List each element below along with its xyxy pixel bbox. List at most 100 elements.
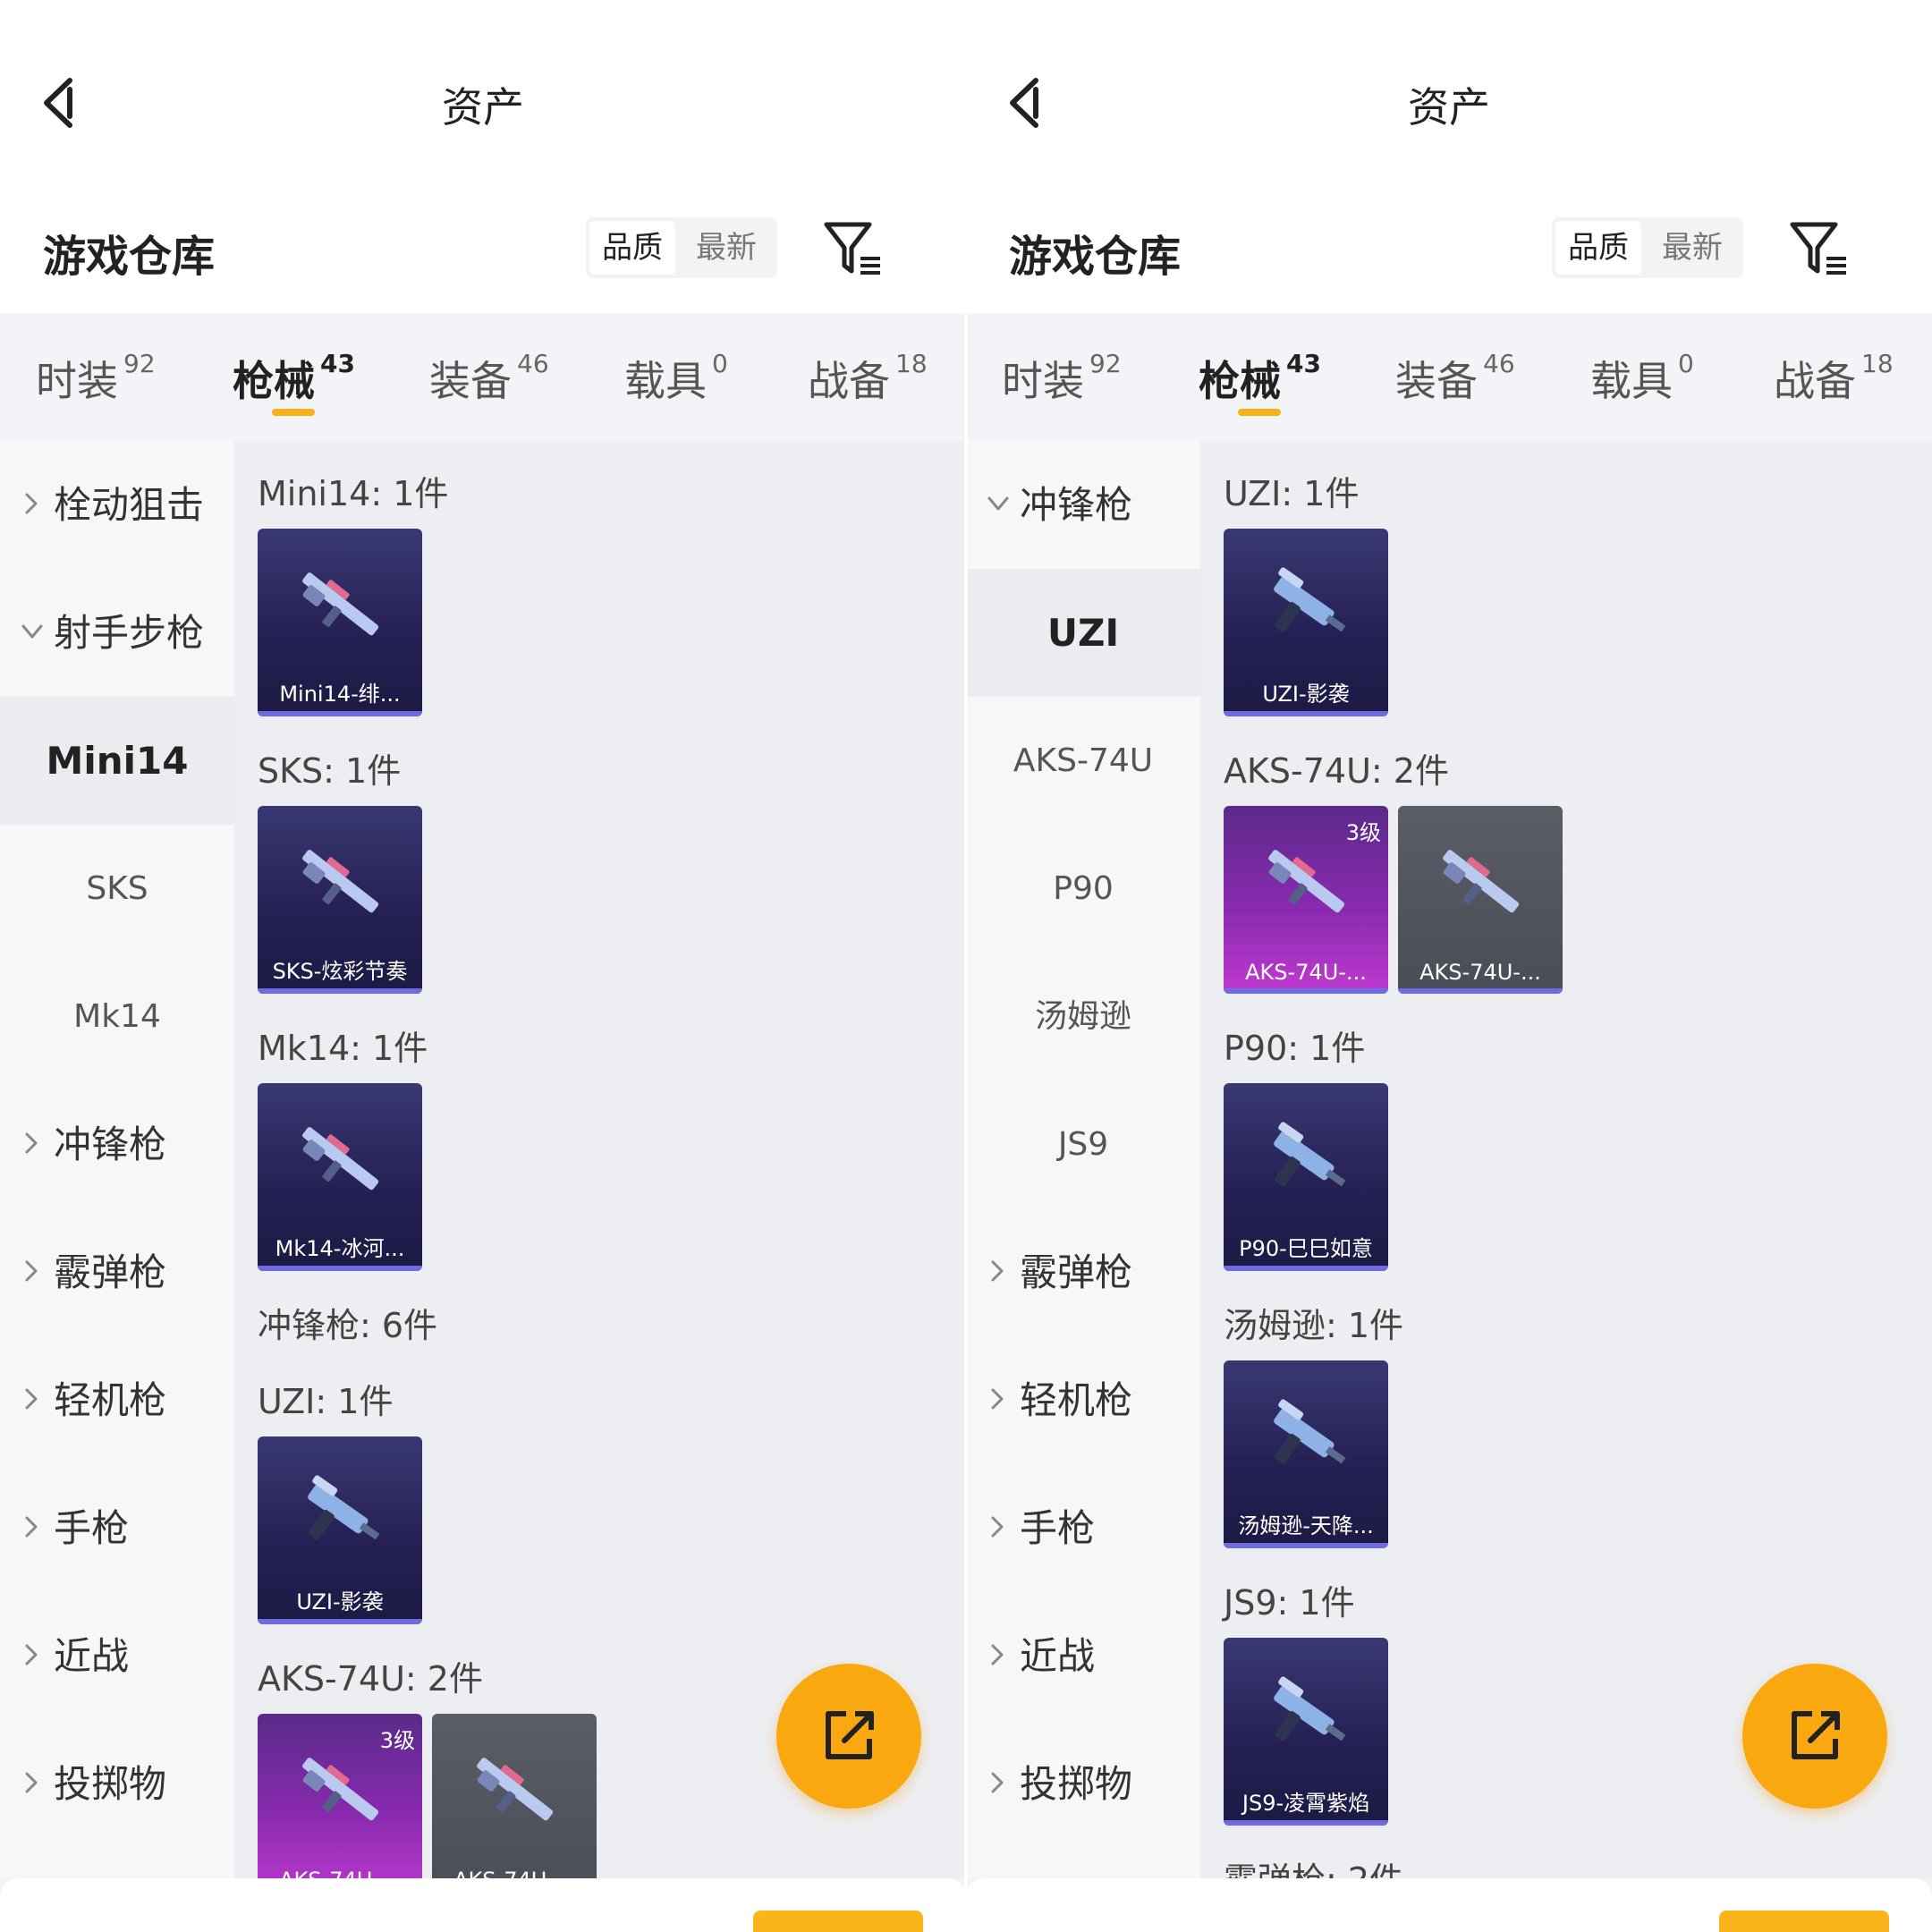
top-bar: 资产 — [966, 0, 1932, 206]
category-label: 手枪 — [54, 1506, 130, 1550]
skin-name: JS9-凌霄紫焰 — [1241, 1791, 1370, 1816]
weapon-category-item[interactable]: 轻机枪 — [966, 1336, 1200, 1464]
chevron-right-icon-wrap — [986, 1509, 1011, 1545]
tab-4[interactable]: 战备 18 — [808, 349, 928, 408]
rarity-bar — [1398, 988, 1563, 994]
chevron-down-icon — [21, 624, 43, 639]
category-label: 轻机枪 — [54, 1378, 167, 1422]
inventory-list: Mini14: 1件 Mini14-绯... SKS: 1件 SKS-炫彩节奏 Mk14… — [234, 441, 966, 1878]
weapon-skin-card[interactable]: JS9-凌霄紫焰 — [1224, 1638, 1388, 1826]
weapon-category-item[interactable]: 轻机枪 — [0, 1336, 234, 1464]
group-header: JS9: 1件 — [1224, 1583, 1355, 1623]
weapon-category-item[interactable]: 霰弹枪 — [0, 1208, 234, 1336]
weapon-subcategory-item[interactable]: JS9 — [966, 1080, 1200, 1208]
tab-1[interactable]: 枪械 43 — [1199, 349, 1321, 408]
bottom-action-button[interactable] — [753, 1911, 923, 1932]
page-title: 资产 — [1408, 83, 1490, 131]
weapon-subcategory-item[interactable]: SKS — [0, 825, 234, 953]
weapon-skin-card[interactable]: 3级 AKS-74U-... — [1224, 806, 1388, 994]
category-label: 霰弹枪 — [54, 1250, 167, 1294]
chevron-down-icon-wrap — [986, 486, 1011, 521]
sort-latest-button[interactable]: 最新 — [679, 221, 774, 275]
weapon-skin-card[interactable]: UZI-影袭 — [258, 1436, 422, 1624]
weapon-category-item[interactable]: 投掷物 — [0, 1720, 234, 1848]
chevron-right-icon — [991, 1388, 1004, 1410]
skin-name: AKS-74U-... — [1419, 960, 1541, 985]
skin-name: AKS-74U-... — [1245, 960, 1367, 985]
tab-count: 18 — [1861, 349, 1894, 378]
chevron-right-icon — [25, 1260, 38, 1282]
weapon-skin-card[interactable]: P90-巳巳如意 — [1224, 1083, 1388, 1271]
weapon-subcategory-item[interactable]: UZI — [966, 569, 1200, 697]
weapon-category-item[interactable]: 霰弹枪 — [966, 1208, 1200, 1336]
smg-icon — [308, 1475, 380, 1540]
chevron-right-icon-wrap — [986, 1253, 1011, 1289]
rarity-bar — [258, 711, 422, 716]
skin-name: Mk14-冰河... — [275, 1236, 405, 1261]
weapon-skin-card[interactable]: 3级 AKS-74U-... — [258, 1714, 422, 1878]
category-label: 手枪 — [1020, 1506, 1096, 1550]
skin-name: AKS-74U-... — [258, 1868, 422, 1878]
tab-3[interactable]: 载具 0 — [624, 349, 728, 408]
rarity-bar — [1224, 988, 1388, 994]
category-label: 射手步枪 — [54, 611, 205, 655]
chevron-right-icon — [25, 1772, 38, 1793]
tab-label: 时装 — [36, 357, 118, 405]
weapon-skin-card[interactable]: UZI-影袭 — [1224, 529, 1388, 716]
weapon-category-item[interactable]: 近战 — [0, 1592, 234, 1720]
weapon-subcategory-item[interactable]: AKS-74U — [966, 697, 1200, 825]
tab-2[interactable]: 装备 46 — [429, 349, 549, 408]
category-tabs: 时装 92 枪械 43 装备 46 载具 0 战备 18 — [0, 313, 966, 441]
weapon-subcategory-item[interactable]: 汤姆逊 — [966, 953, 1200, 1080]
weapon-category-item[interactable]: 手枪 — [966, 1464, 1200, 1592]
subcategory-label: 汤姆逊 — [1034, 998, 1131, 1035]
filter-button[interactable] — [1789, 219, 1852, 278]
weapon-subcategory-item[interactable]: Mini14 — [0, 697, 234, 825]
weapon-skin-card[interactable]: AKS-74U-... — [432, 1714, 597, 1878]
filter-button[interactable] — [823, 219, 886, 278]
tab-1[interactable]: 枪械 43 — [233, 349, 355, 408]
weapon-category-item[interactable]: 手枪 — [0, 1464, 234, 1592]
top-bar: 资产 — [0, 0, 966, 206]
weapon-category-item[interactable]: 栓动狙击 — [0, 441, 234, 569]
rarity-bar — [1224, 1266, 1388, 1271]
rifle-icon — [302, 1758, 379, 1821]
weapon-category-item[interactable]: 冲锋枪 — [0, 1080, 234, 1208]
sort-toggle: 品质 最新 — [1552, 217, 1743, 278]
tab-0[interactable]: 时装 92 — [36, 349, 156, 408]
smg-icon — [1274, 1122, 1346, 1187]
tab-label: 载具 — [1590, 357, 1673, 405]
weapon-category-item[interactable]: 射手步枪 — [0, 569, 234, 697]
weapon-category-item[interactable]: 近战 — [966, 1592, 1200, 1720]
tab-0[interactable]: 时装 92 — [1002, 349, 1122, 408]
weapon-category-item[interactable]: 投掷物 — [966, 1720, 1200, 1848]
page-title: 资产 — [442, 83, 524, 131]
sort-quality-button[interactable]: 品质 — [589, 221, 675, 275]
tab-3[interactable]: 载具 0 — [1590, 349, 1694, 408]
bottom-action-button[interactable] — [1719, 1911, 1889, 1932]
assets-screen-left: 资产 游戏仓库 品质 最新 时装 92 枪械 43 装备 46 载具 0 战备 18 栓动狙击 射手步枪 Min… — [0, 0, 966, 1932]
weapon-skin-card[interactable]: 汤姆逊-天降... — [1224, 1360, 1388, 1548]
tab-2[interactable]: 装备 46 — [1395, 349, 1515, 408]
chevron-right-icon — [25, 1132, 38, 1154]
weapon-skin-card[interactable]: SKS-炫彩节奏 — [258, 806, 422, 994]
weapon-category-item[interactable]: 冲锋枪 — [966, 441, 1200, 569]
chevron-right-icon — [25, 1516, 38, 1538]
category-label: 冲锋枪 — [1020, 483, 1133, 527]
sort-toggle: 品质 最新 — [586, 217, 777, 278]
tab-4[interactable]: 战备 18 — [1774, 349, 1894, 408]
weapon-skin-card[interactable]: Mini14-绯... — [258, 529, 422, 716]
weapon-skin-card[interactable]: AKS-74U-... — [1398, 806, 1563, 994]
share-fab-button[interactable] — [776, 1664, 921, 1809]
category-label: 冲锋枪 — [54, 1123, 167, 1166]
tab-count: 0 — [1678, 349, 1694, 378]
weapon-subcategory-item[interactable]: Mk14 — [0, 953, 234, 1080]
skin-name: UZI-影袭 — [1262, 682, 1350, 707]
share-fab-button[interactable] — [1742, 1664, 1887, 1809]
weapon-skin-card[interactable]: Mk14-冰河... — [258, 1083, 422, 1271]
skin-name: AKS-74U-... — [432, 1868, 597, 1878]
sort-latest-button[interactable]: 最新 — [1645, 221, 1740, 275]
sort-quality-button[interactable]: 品质 — [1555, 221, 1641, 275]
weapon-subcategory-item[interactable]: P90 — [966, 825, 1200, 953]
share-icon — [1792, 1711, 1840, 1759]
